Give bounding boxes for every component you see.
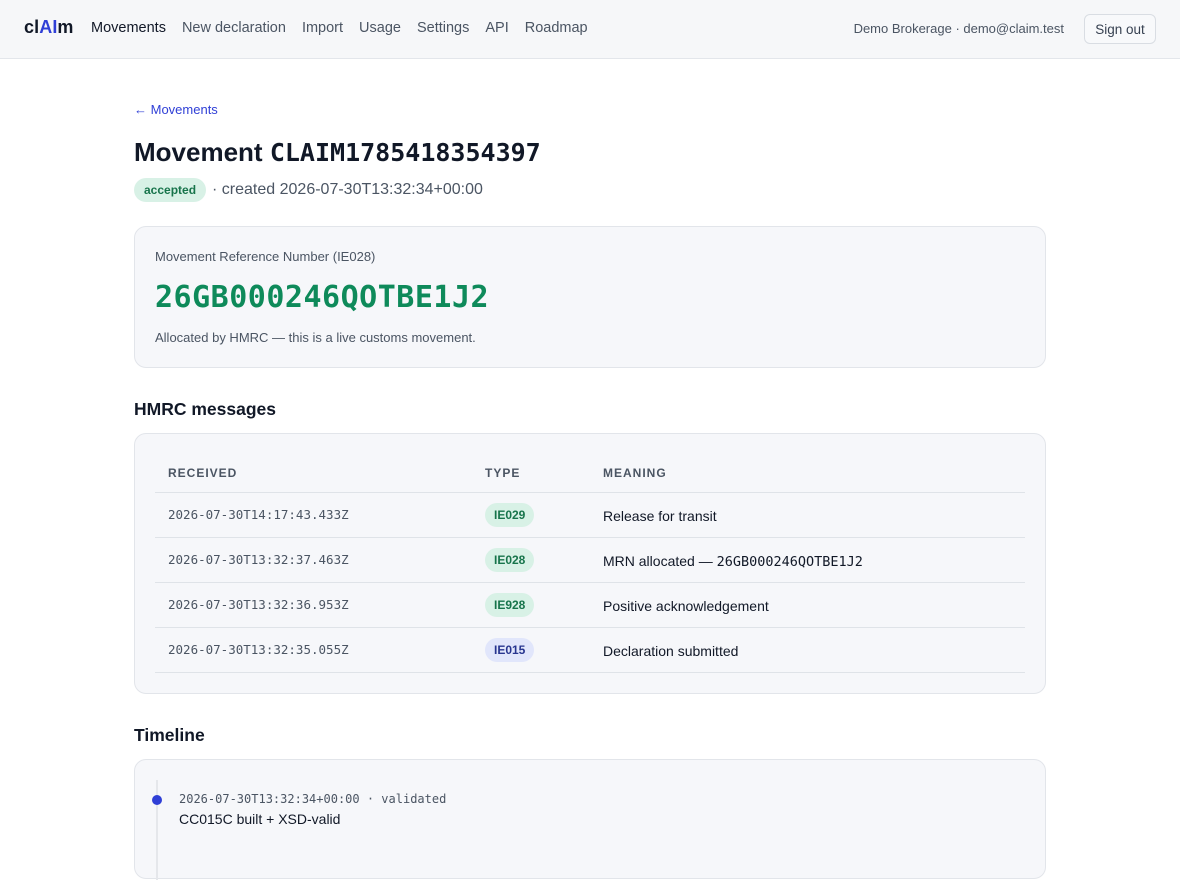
mrn-value[interactable]: 26GB000246QOTBE1J2 (155, 280, 489, 315)
status-badge: accepted (134, 178, 207, 202)
hmrc-messages-card: RECEIVED TYPE MEANING 2026-07-30T14:17:4… (134, 433, 1046, 694)
brand-suffix: m (57, 17, 74, 37)
message-meaning: Release for transit (603, 508, 717, 525)
table-row: 2026-07-30T13:32:37.463Z IE028 MRN alloc… (155, 538, 1025, 583)
nav-item-api[interactable]: API (485, 20, 508, 36)
received-timestamp: 2026-07-30T13:32:37.463Z (168, 552, 349, 567)
mrn-card: Movement Reference Number (IE028) 26GB00… (134, 226, 1046, 368)
column-header-type: TYPE (485, 466, 521, 480)
received-timestamp: 2026-07-30T13:32:35.055Z (168, 642, 349, 657)
message-type-badge: IE015 (485, 638, 535, 662)
table-row: 2026-07-30T13:32:36.953Z IE928 Positive … (155, 583, 1025, 628)
main-nav: Movements New declaration Import Usage S… (91, 20, 588, 36)
message-meaning: Positive acknowledgement (603, 598, 769, 615)
nav-item-settings[interactable]: Settings (417, 20, 469, 36)
message-meaning: Declaration submitted (603, 643, 738, 660)
brand-prefix: cl (24, 17, 40, 37)
brand-highlight: AI (39, 17, 58, 37)
nav-item-roadmap[interactable]: Roadmap (525, 20, 588, 36)
timeline-heading: Timeline (134, 725, 205, 745)
timeline-card: 2026-07-30T13:32:34+00:00 · validated CC… (134, 759, 1046, 880)
message-meaning-text: Declaration submitted (603, 643, 739, 659)
top-navigation-bar: clAIm Movements New declaration Import U… (0, 0, 1180, 59)
account-info: Demo Brokerage · demo@claim.test (853, 21, 1064, 36)
hmrc-messages-table: RECEIVED TYPE MEANING 2026-07-30T14:17:4… (155, 460, 1025, 673)
received-timestamp: 2026-07-30T13:32:36.953Z (168, 597, 349, 612)
hmrc-messages-heading: HMRC messages (134, 399, 276, 419)
timeline-event-meta: 2026-07-30T13:32:34+00:00 · validated (179, 792, 447, 806)
page-title: Movement CLAIM1785418354397 (134, 137, 541, 168)
created-timestamp: · created 2026-07-30T13:32:34+00:00 (212, 181, 483, 198)
status-row: accepted · created 2026-07-30T13:32:34+0… (134, 178, 483, 202)
movement-id: CLAIM1785418354397 (269, 138, 541, 167)
mrn-note: Allocated by HMRC — this is a live custo… (155, 330, 476, 345)
nav-item-new-declaration[interactable]: New declaration (182, 20, 286, 36)
page-title-prefix: Movement (134, 137, 263, 167)
column-header-meaning: MEANING (603, 466, 667, 480)
nav-item-import[interactable]: Import (302, 20, 343, 36)
column-header-received: RECEIVED (168, 466, 238, 480)
nav-item-usage[interactable]: Usage (359, 20, 401, 36)
message-meaning-text: Release for transit (603, 508, 717, 524)
table-header: RECEIVED TYPE MEANING (155, 460, 1025, 493)
received-timestamp: 2026-07-30T14:17:43.433Z (168, 507, 349, 522)
message-type-badge: IE928 (485, 593, 535, 617)
message-type-badge: IE029 (485, 503, 535, 527)
table-row: 2026-07-30T13:32:35.055Z IE015 Declarati… (155, 628, 1025, 673)
message-meaning-code: 26GB000246QOTBE1J2 (716, 554, 863, 570)
brand-logo[interactable]: clAIm (24, 17, 74, 38)
timeline-dot (152, 795, 162, 805)
sign-out-button[interactable]: Sign out (1084, 14, 1156, 44)
back-to-movements-link[interactable]: ← Movements (134, 102, 218, 117)
mrn-label: Movement Reference Number (IE028) (155, 249, 376, 264)
message-meaning-text: Positive acknowledgement (603, 598, 769, 614)
nav-item-movements[interactable]: Movements (91, 20, 166, 36)
table-row: 2026-07-30T14:17:43.433Z IE029 Release f… (155, 493, 1025, 538)
timeline-event-text: CC015C built + XSD-valid (179, 811, 341, 827)
message-meaning: MRN allocated — 26GB000246QOTBE1J2 (603, 553, 863, 570)
message-type-badge: IE028 (485, 548, 535, 572)
message-meaning-text: MRN allocated — (603, 553, 717, 569)
